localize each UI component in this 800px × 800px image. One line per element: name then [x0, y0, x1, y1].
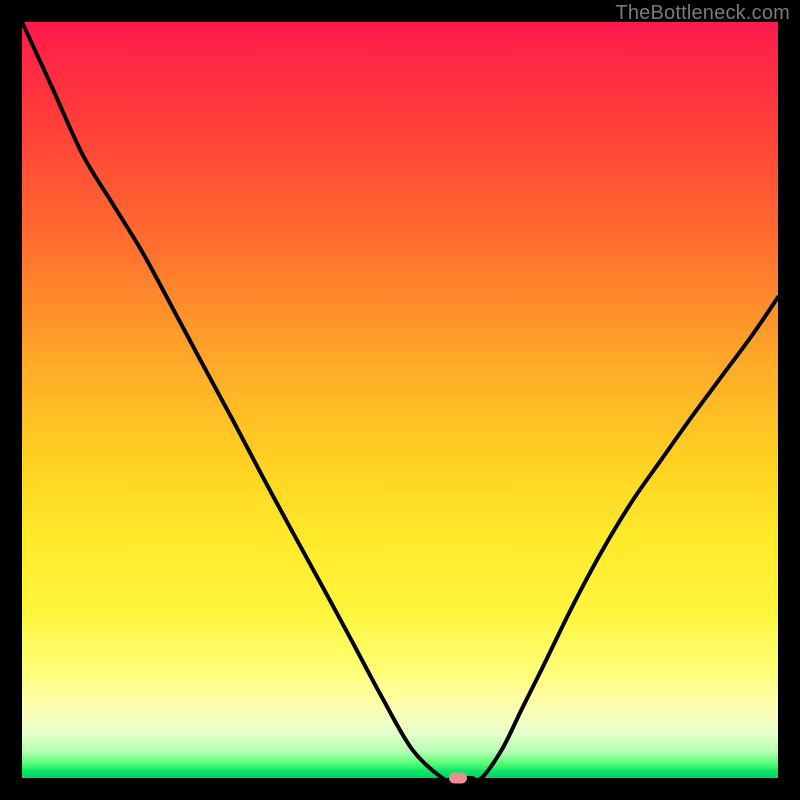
optimal-point-marker: [449, 773, 467, 784]
plot-area: [22, 22, 778, 778]
watermark-text: TheBottleneck.com: [615, 2, 790, 25]
bottleneck-curve: [22, 22, 778, 778]
chart-frame: TheBottleneck.com: [0, 0, 800, 800]
